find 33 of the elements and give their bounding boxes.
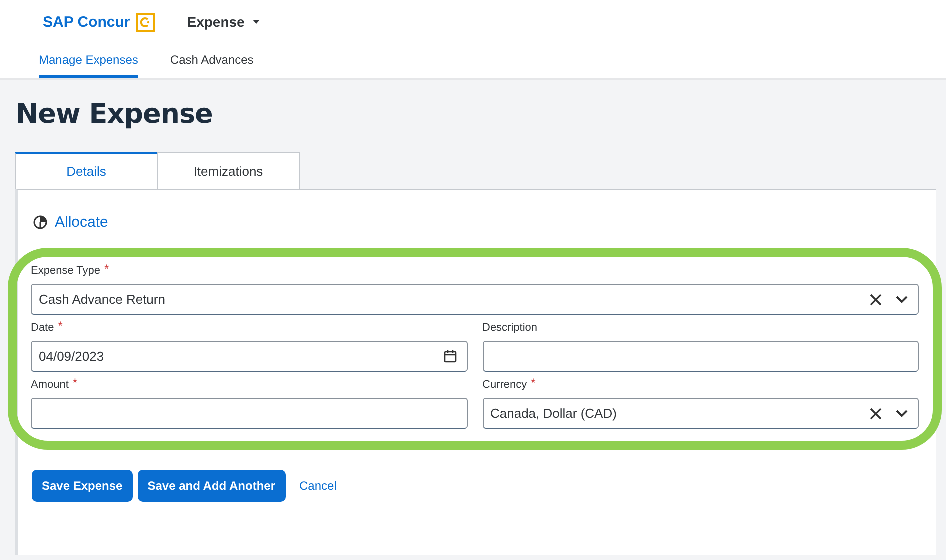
caret-icon <box>252 20 260 24</box>
input-field[interactable] <box>31 398 468 429</box>
required-mark: * <box>58 319 63 333</box>
allocate-link[interactable]: Allocate <box>33 212 108 232</box>
nav-tab[interactable]: Cash Advances <box>170 44 254 78</box>
field-label: Expense Type <box>31 265 101 277</box>
clear-icon[interactable] <box>870 294 882 306</box>
clear-icon[interactable] <box>870 408 882 420</box>
cancel-link[interactable]: Cancel <box>300 479 337 493</box>
tab[interactable]: Itemizations <box>157 152 300 190</box>
save-button[interactable]: Save and Add Another <box>138 470 286 502</box>
required-mark: * <box>72 376 78 390</box>
pie-chart-icon <box>33 214 48 230</box>
required-mark: * <box>531 376 536 390</box>
required-mark: * <box>104 262 110 276</box>
chevron-down-icon[interactable] <box>896 410 908 418</box>
field-label: Amount <box>31 379 69 391</box>
calendar-icon[interactable] <box>444 350 456 363</box>
dropdown-field[interactable]: Canada, Dollar (CAD) <box>482 398 919 429</box>
app-menu[interactable]: Expense <box>187 14 260 30</box>
field-label: Date <box>31 322 54 334</box>
logo-icon <box>136 12 156 32</box>
brand-name: SAP Concur <box>43 14 130 30</box>
date-field[interactable]: 04/09/2023 <box>31 341 468 372</box>
dropdown-field[interactable]: Cash Advance Return <box>31 284 919 315</box>
chevron-down-icon[interactable] <box>896 296 908 304</box>
tab[interactable]: Details <box>15 152 158 190</box>
nav-tab[interactable]: Manage Expenses <box>39 44 138 78</box>
field-label: Description <box>482 322 538 334</box>
save-button[interactable]: Save Expense <box>32 470 133 502</box>
field-label: Currency <box>482 379 528 391</box>
input-field[interactable] <box>482 341 919 372</box>
page-title: New Expense <box>15 98 214 132</box>
